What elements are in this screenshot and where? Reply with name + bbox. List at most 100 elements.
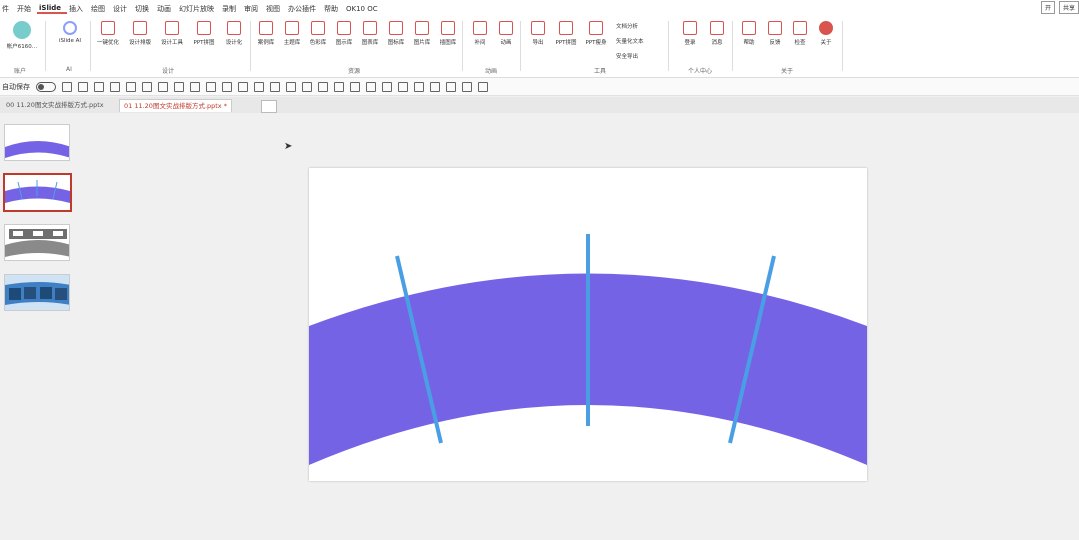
slide-thumbnail-2[interactable]	[3, 173, 72, 212]
menu-draw[interactable]: 绘图	[89, 4, 111, 14]
safe-export-item[interactable]: 安全导出	[616, 52, 638, 60]
tab-document-00[interactable]: 00 11.20图文实战排版方式.pptx	[2, 99, 108, 111]
check-button[interactable]: 检查	[786, 21, 814, 46]
group-icon[interactable]	[206, 81, 216, 92]
menu-transitions[interactable]: 切换	[133, 4, 155, 14]
feedback-icon	[768, 21, 782, 35]
undo-icon[interactable]	[78, 81, 88, 92]
bring-forward-icon[interactable]	[366, 81, 376, 92]
link-icon[interactable]	[462, 81, 472, 92]
new-tab-button[interactable]	[261, 100, 277, 113]
slide-artwork	[309, 234, 867, 465]
case-library-button[interactable]: 案例库	[252, 21, 280, 46]
menu-home[interactable]: 开始	[15, 4, 37, 14]
fill-icon[interactable]	[238, 81, 248, 92]
outline-icon[interactable]	[254, 81, 264, 92]
edit-points-icon[interactable]	[414, 81, 424, 92]
share-button[interactable]: 共享	[1058, 1, 1079, 14]
slide-canvas[interactable]	[309, 168, 867, 481]
picture-icon[interactable]	[446, 81, 456, 92]
arrange-icon[interactable]	[222, 81, 232, 92]
menu-file[interactable]: 件	[0, 4, 15, 14]
case-icon	[259, 21, 273, 35]
animation-icon	[499, 21, 513, 35]
autosave-toggle[interactable]	[36, 81, 56, 92]
menu-islide[interactable]: iSlide	[37, 4, 67, 14]
crop-icon[interactable]	[318, 81, 328, 92]
menu-design[interactable]: 设计	[111, 4, 133, 14]
menu-record[interactable]: 录制	[220, 4, 242, 14]
save-icon[interactable]	[62, 81, 72, 92]
designify-button[interactable]: 设计化	[220, 21, 248, 46]
islide-ai-button[interactable]: iSlide AI	[54, 21, 86, 44]
messages-button[interactable]: 消息	[703, 21, 731, 46]
animation-button[interactable]: 动画	[492, 21, 520, 46]
menu-animations[interactable]: 动画	[155, 4, 177, 14]
chart-icon	[363, 21, 377, 35]
icon-library-button[interactable]: 图标库	[382, 21, 410, 46]
diagram-library-button[interactable]: 图示库	[330, 21, 358, 46]
distribute-icon[interactable]	[286, 81, 296, 92]
image-library-button[interactable]: 图片库	[408, 21, 436, 46]
ppt-puzzle-button[interactable]: PPT拼图	[190, 21, 218, 46]
align-center-icon[interactable]	[174, 81, 184, 92]
one-click-optimize-button[interactable]: 一键优化	[94, 21, 122, 46]
merge-shapes-icon[interactable]	[398, 81, 408, 92]
menu-bar: 件 开始 iSlide 插入 绘图 设计 切换 动画 幻灯片放映 录制 审阅 视…	[0, 0, 1079, 17]
vectorize-text-item[interactable]: 矢量化文本	[616, 37, 644, 45]
new-slide-icon[interactable]	[110, 81, 120, 92]
ribbon: 帐户6160… iSlide AI 一键优化 设计排版 设计工具 PPT拼图 设…	[0, 17, 1079, 78]
ppt-slim-button[interactable]: PPT瘦身	[582, 21, 610, 46]
ppt-puzzle2-button[interactable]: PPT拼图	[552, 21, 580, 46]
more-icon[interactable]	[478, 81, 488, 92]
design-tools-button[interactable]: 设计工具	[158, 21, 186, 46]
menu-slideshow[interactable]: 幻灯片放映	[177, 4, 220, 14]
effects-icon[interactable]	[270, 81, 280, 92]
doc-analysis-item[interactable]: 文档分析	[616, 22, 638, 30]
about-button[interactable]: 关于	[812, 21, 840, 46]
slide-thumbnail-4[interactable]	[4, 274, 70, 311]
theme-library-button[interactable]: 主题库	[278, 21, 306, 46]
menu-ok[interactable]: OK10 OC	[344, 5, 384, 13]
info-icon	[819, 21, 833, 35]
palette-icon	[311, 21, 325, 35]
color-library-button[interactable]: 色彩库	[304, 21, 332, 46]
feedback-button[interactable]: 反馈	[761, 21, 789, 46]
menu-view[interactable]: 视图	[264, 4, 286, 14]
tween-button[interactable]: 补间	[466, 21, 494, 46]
icon-library-icon	[389, 21, 403, 35]
export-icon	[531, 21, 545, 35]
menu-insert[interactable]: 插入	[67, 4, 89, 14]
format-painter-icon[interactable]	[190, 81, 200, 92]
account-button[interactable]: 帐户6160…	[4, 21, 40, 50]
redo-icon[interactable]	[94, 81, 104, 92]
login-button[interactable]: 登录	[676, 21, 704, 46]
group-label-personal: 个人中心	[688, 68, 713, 75]
highlight-icon[interactable]	[350, 81, 360, 92]
illustration-library-button[interactable]: 插图库	[434, 21, 462, 46]
slide-thumbnail-3[interactable]	[4, 224, 70, 261]
diagram-icon	[337, 21, 351, 35]
tab-document-01[interactable]: 01 11.20图文实战排版方式.pptx *	[119, 99, 232, 112]
chart-library-button[interactable]: 图表库	[356, 21, 384, 46]
layout-button[interactable]: 设计排版	[126, 21, 154, 46]
font-color-icon[interactable]	[334, 81, 344, 92]
layout-icon[interactable]	[126, 81, 136, 92]
text-box-icon[interactable]	[430, 81, 440, 92]
menu-review[interactable]: 审阅	[242, 4, 264, 14]
menu-office-plugins[interactable]: 办公插件	[286, 4, 322, 14]
slide-thumbnail-1[interactable]	[4, 124, 70, 161]
rotate-icon[interactable]	[302, 81, 312, 92]
autosave-label: 自动保存	[2, 82, 30, 91]
account-label: 帐户6160…	[6, 44, 38, 50]
help-button[interactable]: 帮助	[735, 21, 763, 46]
shapes-icon[interactable]	[142, 81, 152, 92]
thumbnail-4-art	[5, 275, 69, 310]
export-button[interactable]: 导出	[524, 21, 552, 46]
group-label-resources: 资源	[348, 68, 361, 75]
slide-thumbnails-panel	[0, 114, 80, 540]
send-backward-icon[interactable]	[382, 81, 392, 92]
open-button[interactable]: 开	[1040, 1, 1055, 14]
menu-help[interactable]: 帮助	[322, 4, 344, 14]
align-left-icon[interactable]	[158, 81, 168, 92]
